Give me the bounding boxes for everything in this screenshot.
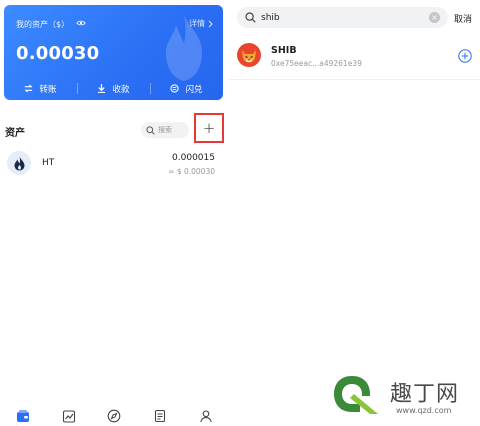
detail-link[interactable]: 详情 (189, 18, 213, 29)
shib-logo-icon (237, 43, 261, 67)
result-symbol: SHIB (271, 45, 297, 56)
card-actions: 转账 收款 闪兑 (4, 77, 223, 100)
site-watermark: 趣丁网 www.qzd.com (326, 370, 476, 422)
eye-icon[interactable] (76, 19, 86, 27)
clear-search-icon[interactable]: × (429, 12, 440, 23)
swap-label: 闪兑 (185, 84, 203, 95)
wallet-panel: 我的资产（$） 详情 0.00030 转账 收款 闪兑 资产 搜索 + HT 0… (0, 0, 229, 426)
receive-label: 收款 (112, 84, 130, 95)
watermark-brand: 趣丁网 (390, 382, 460, 407)
wallet-tab[interactable] (15, 408, 31, 424)
compass-icon (108, 409, 121, 422)
search-result-row[interactable]: SHIB 0xe75eeac...a49261e39 (229, 38, 480, 80)
asset-search-placeholder: 搜索 (158, 126, 172, 134)
cancel-button[interactable]: 取消 (454, 12, 472, 25)
document-icon (155, 409, 166, 422)
add-asset-button[interactable]: + (194, 113, 224, 143)
market-tab[interactable] (61, 408, 77, 424)
plus-icon: + (202, 119, 216, 137)
profile-tab[interactable] (198, 408, 214, 424)
token-search-input[interactable]: shib × (237, 7, 448, 28)
search-query: shib (261, 12, 280, 23)
news-tab[interactable] (152, 408, 168, 424)
asset-card-label: 我的资产（$） (16, 20, 70, 29)
asset-card[interactable]: 我的资产（$） 详情 0.00030 转账 收款 闪兑 (4, 5, 223, 100)
asset-fiat-value: ≈ $ 0.00030 (168, 167, 215, 176)
chart-icon (62, 409, 75, 423)
add-token-icon[interactable] (458, 49, 472, 63)
detail-label: 详情 (189, 19, 205, 28)
swap-icon (170, 84, 180, 93)
transfer-icon (24, 84, 33, 93)
watermark-url: www.qzd.com (396, 406, 452, 415)
asset-symbol: HT (42, 158, 55, 168)
ht-token-icon (7, 151, 31, 175)
transfer-button[interactable]: 转账 (4, 77, 77, 100)
transfer-label: 转账 (39, 84, 57, 95)
user-icon (200, 409, 212, 422)
result-contract-address: 0xe75eeac...a49261e39 (271, 59, 362, 68)
asset-amount: 0.000015 (172, 153, 215, 163)
search-icon (146, 125, 155, 135)
watermark-logo-icon (334, 376, 378, 414)
receive-icon (98, 84, 106, 93)
search-icon (245, 12, 256, 23)
swap-button[interactable]: 闪兑 (150, 77, 223, 100)
asset-row[interactable]: HT 0.000015 ≈ $ 0.00030 (0, 148, 229, 184)
chevron-right-icon (208, 20, 213, 27)
token-search-panel: shib × 取消 SHIB 0xe75eeac...a49261e39 (229, 0, 480, 426)
discover-tab[interactable] (106, 408, 122, 424)
wallet-icon (16, 409, 29, 422)
receive-button[interactable]: 收款 (77, 77, 150, 100)
asset-search-input[interactable]: 搜索 (141, 122, 189, 138)
balance-value: 0.00030 (16, 43, 100, 64)
assets-heading: 资产 (5, 128, 25, 139)
bottom-tab-bar (0, 405, 229, 426)
